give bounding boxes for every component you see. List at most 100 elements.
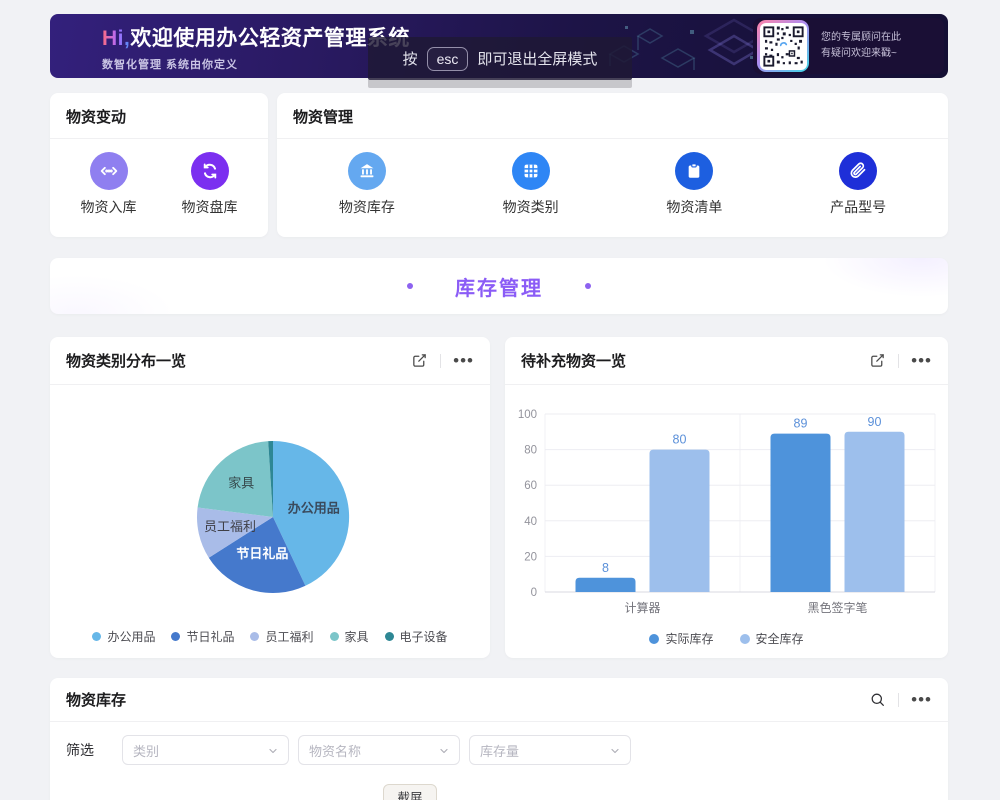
category-distribution-card: 物资类别分布一览 ••• 办公用品节日礼品员工福利家具 办公用品节日礼品员工福利… bbox=[50, 337, 490, 658]
search-icon[interactable] bbox=[869, 691, 886, 708]
pie-slice-label: 节日礼品 bbox=[236, 546, 288, 561]
legend-label: 节日礼品 bbox=[186, 628, 234, 645]
legend-dot bbox=[330, 632, 339, 641]
bar-value-label: 90 bbox=[868, 415, 882, 429]
bar[interactable] bbox=[650, 450, 710, 592]
sync-icon bbox=[191, 152, 229, 190]
legend-label: 电子设备 bbox=[400, 628, 448, 645]
toast-shadow bbox=[368, 80, 632, 88]
legend-item[interactable]: 节日礼品 bbox=[171, 628, 234, 645]
inventory-section-header: 库存管理 bbox=[50, 258, 948, 314]
action-label: 物资入库 bbox=[81, 197, 137, 217]
stock-quantity-select[interactable]: 库存量 bbox=[469, 735, 631, 765]
divider bbox=[898, 354, 899, 368]
chevron-down-icon bbox=[438, 745, 450, 757]
legend-dot bbox=[649, 634, 659, 644]
legend-dot bbox=[92, 632, 101, 641]
legend-label: 安全库存 bbox=[756, 630, 804, 647]
consultant-text: 您的专属顾问在此 有疑问欢迎来戳~ bbox=[821, 30, 901, 62]
bar-value-label: 80 bbox=[673, 433, 687, 447]
section-dot bbox=[585, 283, 591, 289]
action-material-stock[interactable]: 物资库存 bbox=[339, 152, 395, 217]
chart-title: 物资类别分布一览 bbox=[66, 350, 411, 371]
bar-legend: 实际库存 安全库存 bbox=[505, 630, 948, 647]
fullscreen-exit-toast: 按 esc 即可退出全屏模式 bbox=[368, 37, 632, 80]
x-axis-label: 计算器 bbox=[624, 600, 660, 615]
screenshot-button[interactable]: 截屏 bbox=[383, 784, 437, 800]
qr-code bbox=[757, 20, 809, 72]
action-material-stocktake[interactable]: 物资盘库 bbox=[182, 152, 238, 217]
material-change-card: 物资变动 物资入库 物资盘库 bbox=[50, 93, 268, 237]
pie-slice-label: 办公用品 bbox=[288, 500, 340, 515]
y-axis-tick: 20 bbox=[524, 551, 537, 563]
legend-item[interactable]: 安全库存 bbox=[740, 630, 804, 647]
y-axis-tick: 40 bbox=[524, 516, 537, 528]
section-title: 库存管理 bbox=[455, 272, 543, 301]
bank-icon bbox=[348, 152, 386, 190]
card-title: 物资库存 bbox=[66, 689, 869, 710]
bar[interactable] bbox=[576, 578, 636, 592]
y-axis-tick: 100 bbox=[518, 409, 537, 421]
material-stock-card: 物资库存 ••• 筛选 类别 物资名称 库存量 截屏 bbox=[50, 678, 948, 800]
material-name-select[interactable]: 物资名称 bbox=[298, 735, 460, 765]
action-material-list[interactable]: 物资清单 bbox=[666, 152, 722, 217]
pie-slice-label: 家具 bbox=[228, 476, 254, 491]
legend-dot bbox=[171, 632, 180, 641]
legend-item[interactable]: 电子设备 bbox=[385, 628, 448, 645]
category-select[interactable]: 类别 bbox=[122, 735, 289, 765]
more-icon[interactable]: ••• bbox=[911, 695, 932, 705]
legend-item[interactable]: 家具 bbox=[330, 628, 369, 645]
action-product-model[interactable]: 产品型号 bbox=[830, 152, 886, 217]
legend-dot bbox=[385, 632, 394, 641]
legend-item[interactable]: 员工福利 bbox=[250, 628, 313, 645]
clipboard-icon bbox=[675, 152, 713, 190]
divider bbox=[898, 693, 899, 707]
paperclip-icon bbox=[839, 152, 877, 190]
action-label: 产品型号 bbox=[830, 197, 886, 217]
banner-title-hi: Hi, bbox=[102, 27, 130, 50]
banner-title: Hi,欢迎使用办公轻资产管理系统 bbox=[102, 22, 410, 52]
banner-subtitle: 数智化管理 系统由你定义 bbox=[102, 56, 410, 72]
legend-label: 办公用品 bbox=[107, 628, 155, 645]
arrows-horizontal-icon bbox=[90, 152, 128, 190]
action-label: 物资盘库 bbox=[182, 197, 238, 217]
chart-title: 待补充物资一览 bbox=[521, 350, 869, 371]
bar-value-label: 89 bbox=[794, 417, 808, 431]
section-dot bbox=[407, 283, 413, 289]
card-title: 物资管理 bbox=[293, 109, 353, 126]
action-label: 物资类别 bbox=[503, 197, 559, 217]
legend-dot bbox=[250, 632, 259, 641]
action-material-inbound[interactable]: 物资入库 bbox=[81, 152, 137, 217]
chevron-down-icon bbox=[609, 745, 621, 757]
chevron-down-icon bbox=[267, 745, 279, 757]
bar-chart: 020406080100计算器880黑色签字笔8990 bbox=[505, 385, 948, 625]
pie-legend: 办公用品 节日礼品员工福利 家具 电子设备 bbox=[50, 628, 490, 645]
legend-item[interactable]: 办公用品 bbox=[92, 628, 155, 645]
filter-label: 筛选 bbox=[66, 740, 94, 760]
x-axis-label: 黑色签字笔 bbox=[807, 600, 867, 615]
external-link-icon[interactable] bbox=[869, 352, 886, 369]
action-label: 物资清单 bbox=[666, 197, 722, 217]
y-axis-tick: 80 bbox=[524, 445, 537, 457]
consultant-qr-panel: 您的专属顾问在此 有疑问欢迎来戳~ bbox=[753, 18, 944, 74]
bar[interactable] bbox=[771, 434, 831, 592]
legend-item[interactable]: 实际库存 bbox=[649, 630, 713, 647]
legend-dot bbox=[740, 634, 750, 644]
bar[interactable] bbox=[845, 432, 905, 592]
legend-label: 实际库存 bbox=[665, 630, 713, 647]
divider bbox=[440, 354, 441, 368]
y-axis-tick: 60 bbox=[524, 480, 537, 492]
action-label: 物资库存 bbox=[339, 197, 395, 217]
bar-value-label: 8 bbox=[602, 561, 609, 575]
material-management-card: 物资管理 物资库存 物资类别 bbox=[277, 93, 948, 237]
pie-chart: 办公用品节日礼品员工福利家具 bbox=[50, 385, 490, 615]
more-icon[interactable]: ••• bbox=[453, 356, 474, 366]
restock-needed-card: 待补充物资一览 ••• 020406080100计算器880黑色签字笔8990 … bbox=[505, 337, 948, 658]
more-icon[interactable]: ••• bbox=[911, 356, 932, 366]
external-link-icon[interactable] bbox=[411, 352, 428, 369]
legend-label: 家具 bbox=[345, 628, 369, 645]
grid-icon bbox=[512, 152, 550, 190]
esc-key: esc bbox=[427, 47, 469, 71]
action-material-category[interactable]: 物资类别 bbox=[503, 152, 559, 217]
card-title: 物资变动 bbox=[66, 109, 126, 126]
